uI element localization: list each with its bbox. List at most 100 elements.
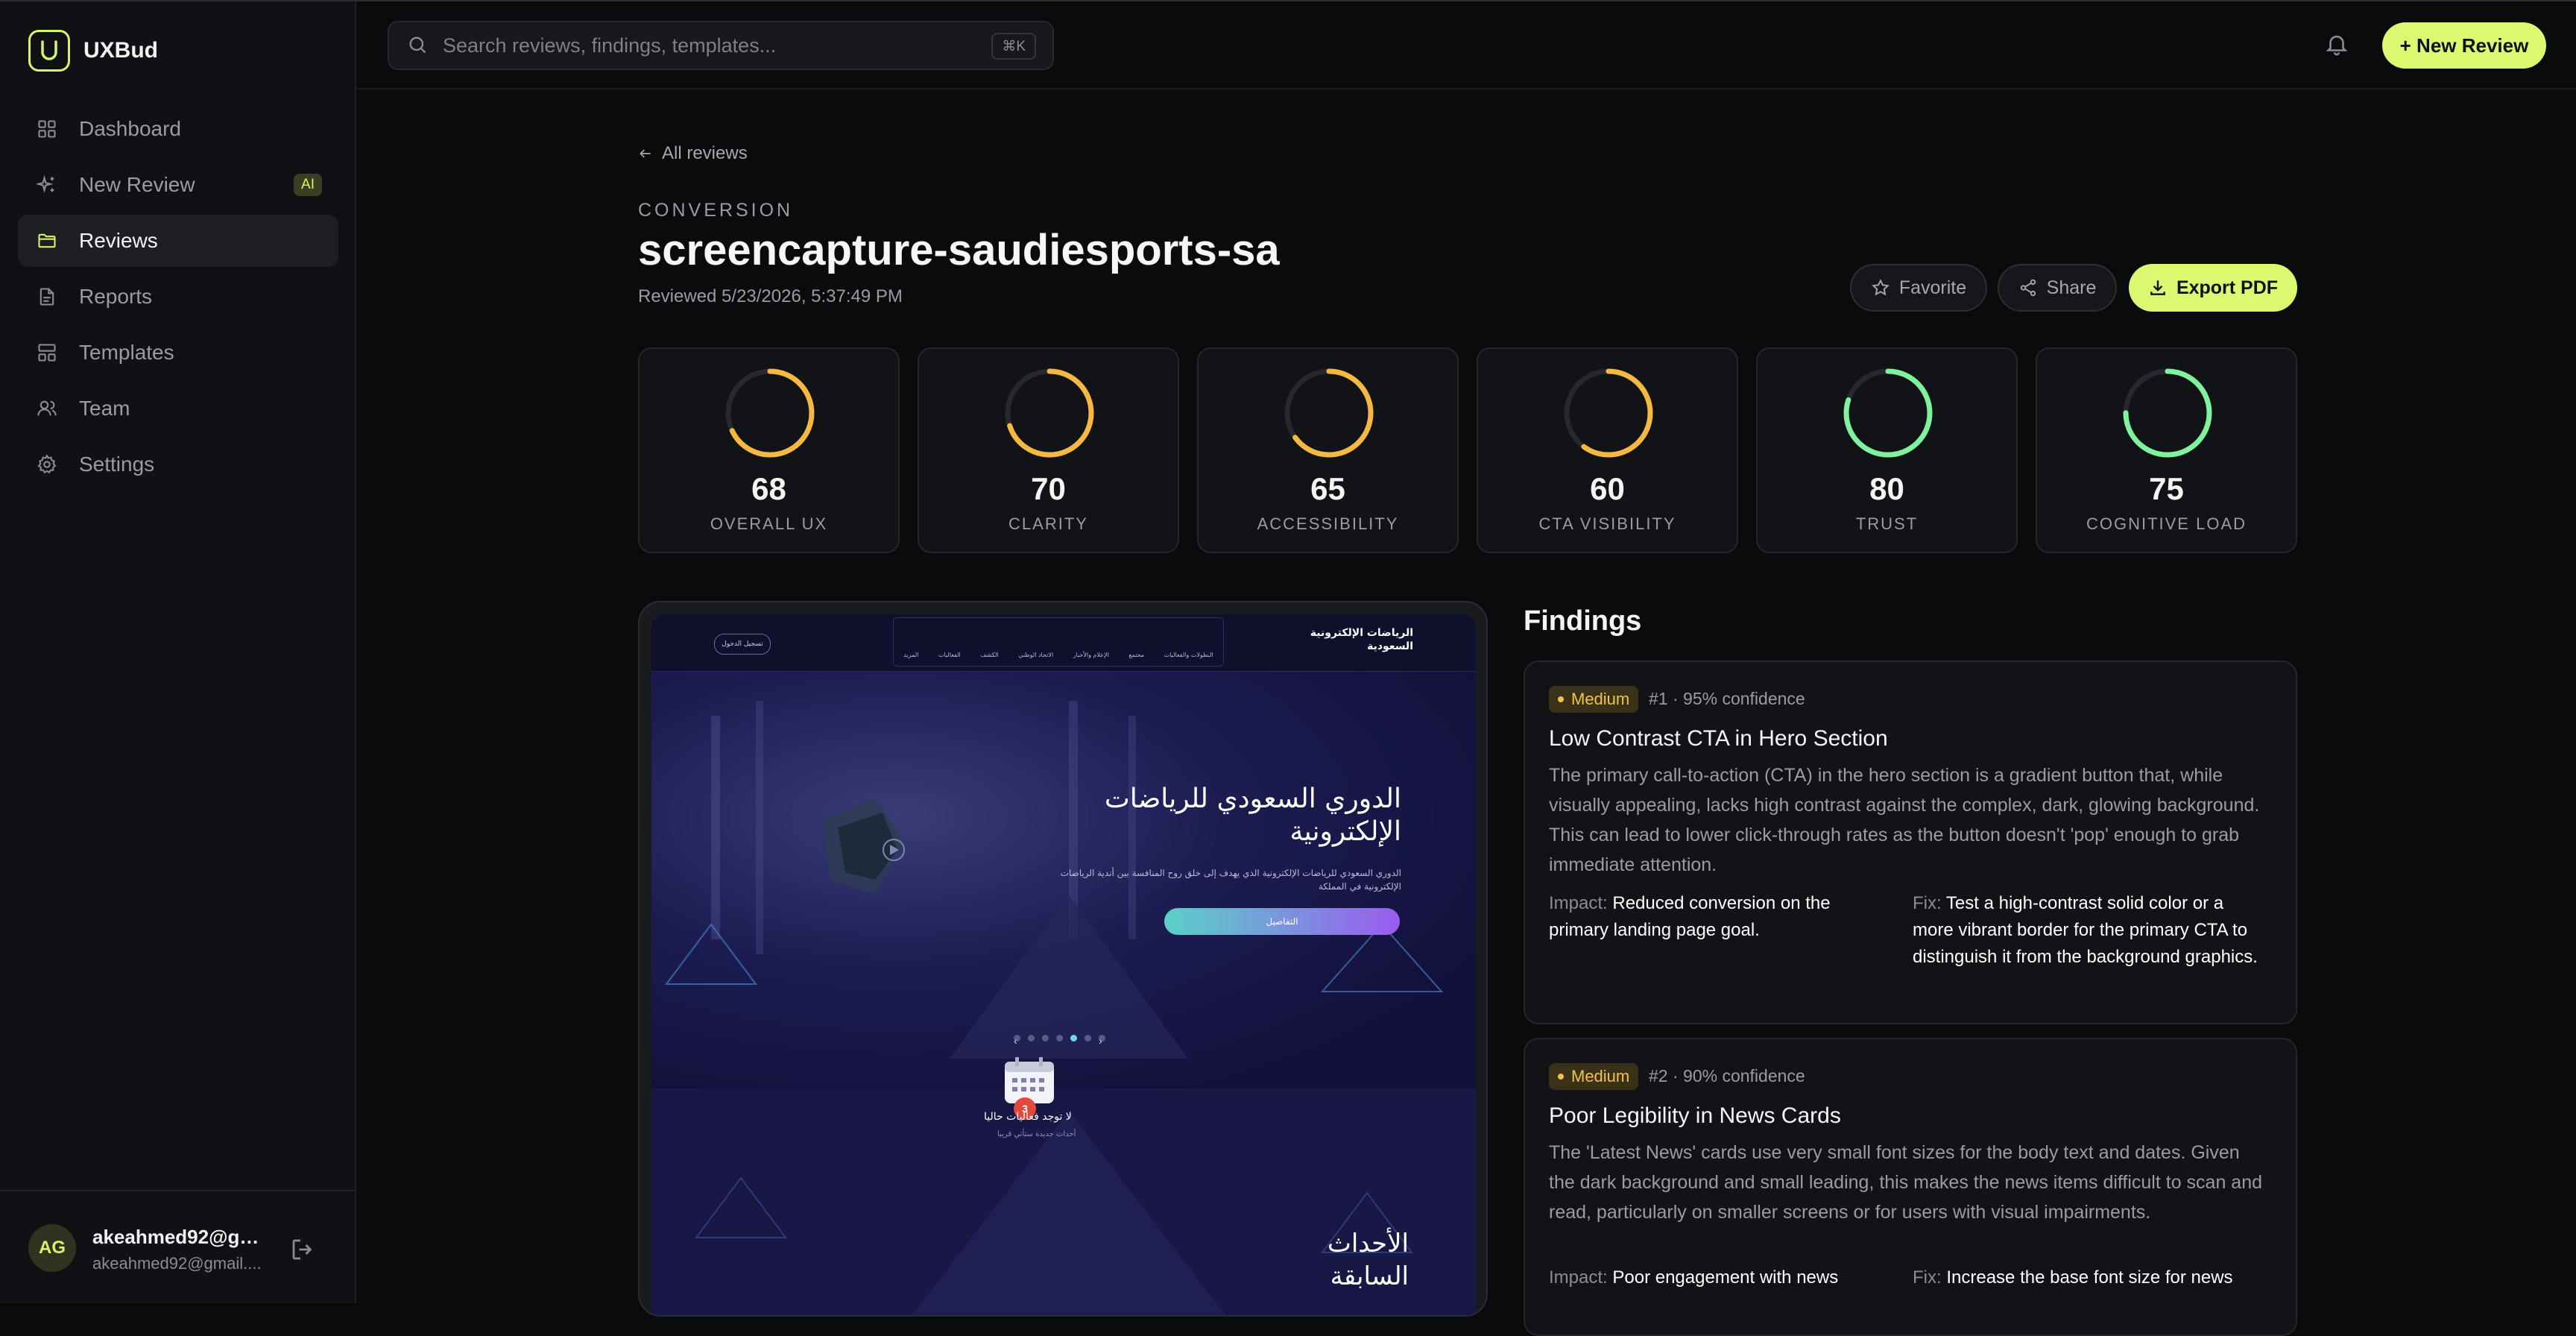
users-icon: [34, 396, 60, 421]
impact-label: Impact:: [1549, 893, 1608, 913]
score-ring: [1284, 368, 1374, 458]
fix-label: Fix:: [1913, 893, 1942, 913]
avatar[interactable]: AG: [28, 1224, 76, 1272]
grid-icon: [34, 116, 60, 142]
sidebar-item-reports[interactable]: Reports: [18, 271, 338, 323]
search-input[interactable]: [441, 33, 966, 58]
finding-meta: #2 · 90% confidence: [1649, 1066, 1805, 1086]
share-icon: [2020, 279, 2036, 297]
export-label: Export PDF: [2176, 277, 2279, 298]
score-card-clarity: 70 CLARITY: [918, 347, 1179, 553]
user-panel: AG akeahmed92@gm... akeahmed92@gmail....: [0, 1190, 355, 1303]
user-name: akeahmed92@gm...: [92, 1226, 271, 1248]
sidebar-item-label: Settings: [79, 453, 155, 476]
score-card-cognitive-load: 75 COGNITIVE LOAD: [2036, 347, 2297, 553]
finding-body: The primary call-to-action (CTA) in the …: [1549, 765, 2260, 875]
finding-fix: Fix: Increase the base font size for new…: [1913, 1264, 2263, 1291]
score-label: COGNITIVE LOAD: [2086, 514, 2247, 533]
carousel-dot: [1042, 1035, 1049, 1042]
ai-badge: AI: [294, 174, 322, 196]
sidebar-item-team[interactable]: Team: [18, 382, 338, 435]
document-icon: [34, 284, 60, 309]
severity-badge: Medium: [1549, 1063, 1639, 1090]
sidebar-item-reviews[interactable]: Reviews: [18, 215, 338, 267]
preview-carousel-dots: ‹ ›: [1014, 1035, 1105, 1047]
score-label: CTA VISIBILITY: [1538, 514, 1676, 533]
score-value: 70: [1031, 471, 1066, 506]
sidebar-item-dashboard[interactable]: Dashboard: [18, 103, 338, 155]
preview-hero-title: الدوري السعودي للرياضات الإلكترونية: [1104, 784, 1401, 847]
sidebar-item-settings[interactable]: Settings: [18, 438, 338, 491]
search-icon: [407, 34, 429, 57]
preview-login-button: تسجيل الدخول: [714, 634, 771, 655]
score-ring: [1005, 368, 1094, 458]
severity-badge: Medium: [1549, 686, 1639, 713]
sidebar-item-new-review[interactable]: New Review AI: [18, 159, 338, 211]
share-button[interactable]: Share: [1998, 264, 2117, 312]
finding-fix: Fix: Test a high-contrast solid color or…: [1913, 890, 2263, 971]
chevron-right-icon: ›: [1099, 1035, 1105, 1047]
favorite-label: Favorite: [1898, 277, 1967, 298]
score-value: 80: [1869, 471, 1904, 506]
carousel-dot: [1028, 1035, 1035, 1042]
finding-title: Poor Legibility in News Cards: [1549, 1103, 1841, 1128]
search-shortcut: ⌘K: [991, 33, 1036, 60]
score-value: 75: [2149, 471, 2184, 506]
finding-card[interactable]: Medium #1 · 95% confidence Low Contrast …: [1524, 661, 2297, 1024]
sidebar-item-templates[interactable]: Templates: [18, 327, 338, 379]
reviewed-timestamp: Reviewed 5/23/2026, 5:37:49 PM: [638, 286, 903, 306]
score-value: 65: [1310, 471, 1345, 506]
sidebar-nav: Dashboard New Review AI Reviews Reports: [18, 103, 338, 494]
carousel-dot: [1056, 1035, 1063, 1042]
favorite-button[interactable]: Favorite: [1850, 264, 1987, 312]
score-label: ACCESSIBILITY: [1257, 514, 1399, 533]
arrow-left-icon: [640, 149, 651, 158]
brand[interactable]: UXBud: [28, 30, 158, 72]
score-ring: [725, 368, 815, 458]
findings-heading: Findings: [1524, 605, 1642, 637]
finding-meta: #1 · 95% confidence: [1649, 689, 1805, 708]
score-card-trust: 80 TRUST: [1756, 347, 2018, 553]
bell-icon[interactable]: [2324, 31, 2351, 58]
brand-logo-icon: [28, 30, 70, 72]
carousel-dot-active: [1070, 1035, 1077, 1042]
gear-icon: [34, 452, 60, 477]
score-card-cta-visibility: 60 CTA VISIBILITY: [1477, 347, 1738, 553]
preview-hero-subtitle: الدوري السعودي للرياضات الإلكترونية الذي…: [1060, 868, 1401, 892]
search-bar[interactable]: ⌘K: [388, 21, 1054, 70]
sidebar-item-label: Team: [79, 397, 130, 420]
score-label: CLARITY: [1008, 514, 1088, 533]
preview-menu-item: مجتمع: [1128, 652, 1145, 658]
score-ring: [1843, 368, 1933, 458]
download-icon: [2150, 280, 2165, 295]
score-value: 68: [751, 471, 786, 506]
brand-name: UXBud: [83, 38, 158, 63]
top-bar: ⌘K + New Review: [356, 1, 2576, 89]
back-link-label: All reviews: [662, 143, 748, 163]
score-label: TRUST: [1855, 514, 1919, 533]
sidebar-item-label: New Review: [79, 173, 195, 196]
sparkle-icon: [34, 172, 60, 198]
score-label: OVERALL UX: [710, 514, 828, 533]
finding-body: The 'Latest News' cards use very small f…: [1549, 1142, 2263, 1223]
back-to-reviews-link[interactable]: All reviews: [638, 143, 748, 164]
page-title: screencapture-saudiesports-sa: [638, 226, 1280, 274]
score-card-accessibility: 65 ACCESSIBILITY: [1197, 347, 1459, 553]
score-ring: [1564, 368, 1653, 458]
new-review-button[interactable]: + New Review: [2382, 22, 2546, 69]
preview-hero: الدوري السعودي للرياضات الإلكترونية الدو…: [651, 671, 1476, 1088]
logout-icon[interactable]: [289, 1236, 316, 1263]
screenshot-preview[interactable]: الدوري السعودي للرياضات الإلكترونية الدو…: [638, 601, 1488, 1317]
impact-text: Poor engagement with news: [1612, 1267, 1839, 1288]
fix-label: Fix:: [1913, 1267, 1942, 1288]
sidebar-item-label: Dashboard: [79, 117, 181, 140]
score-ring: [2123, 368, 2212, 458]
export-pdf-button[interactable]: Export PDF: [2129, 264, 2297, 312]
fix-text: Test a high-contrast solid color or a mo…: [1913, 893, 2258, 967]
chevron-left-icon: ‹: [1014, 1035, 1020, 1047]
preview-menu-item: الفعاليات: [938, 652, 961, 658]
score-card-overall-ux: 68 OVERALL UX: [638, 347, 900, 553]
finding-card[interactable]: Medium #2 · 90% confidence Poor Legibili…: [1524, 1038, 2297, 1336]
preview-menu-item: البطولات والفعاليات: [1164, 652, 1213, 658]
carousel-dot: [1085, 1035, 1091, 1042]
